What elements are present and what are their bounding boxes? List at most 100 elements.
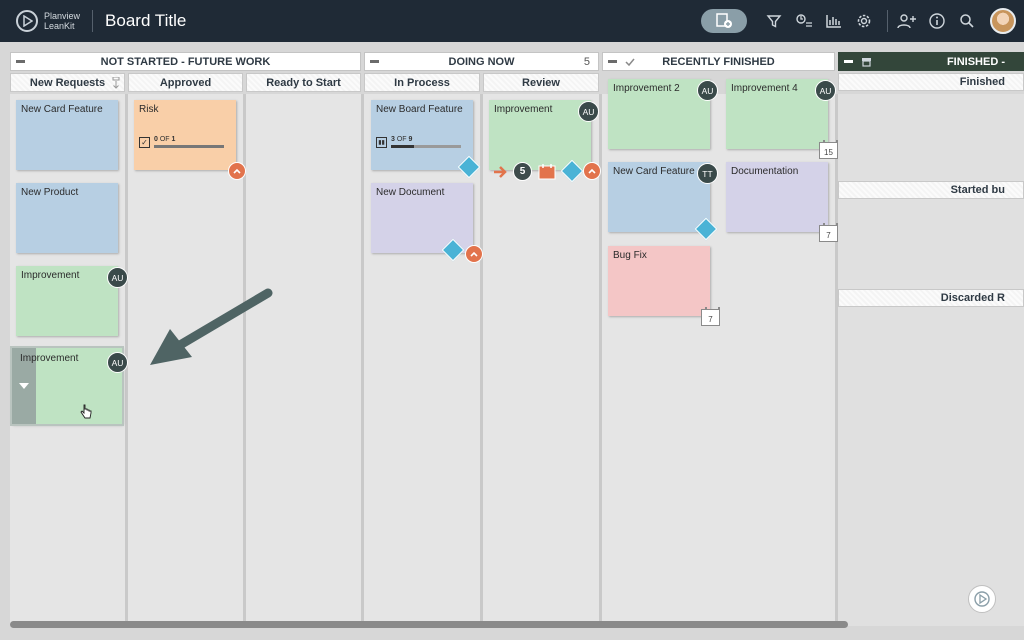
column-title: In Process xyxy=(394,76,450,89)
card-new-card-feature-2[interactable]: New Card Feature TT xyxy=(608,162,718,241)
column-title: Ready to Start xyxy=(266,76,341,89)
user-avatar[interactable] xyxy=(990,8,1016,34)
search-icon xyxy=(960,14,974,28)
sublane-title: Started bu xyxy=(950,184,1005,196)
analytics-icon xyxy=(826,15,841,28)
add-user-button[interactable] xyxy=(894,8,920,34)
card-title: Risk xyxy=(139,104,159,115)
collapse-icon[interactable] xyxy=(370,60,379,63)
card-title: Documentation xyxy=(731,166,799,177)
settings-button[interactable] xyxy=(851,8,877,34)
progress-total: 1 xyxy=(171,136,176,143)
assignee-avatar[interactable]: TT xyxy=(697,163,718,184)
card-risk[interactable]: Risk ✓ 0 OF 1 xyxy=(134,100,246,180)
new-card-button[interactable] xyxy=(701,9,747,33)
due-date-calendar-icon[interactable]: 15 xyxy=(819,140,838,159)
card-improvement[interactable]: Improvement AU xyxy=(16,266,128,336)
top-bar: Planview LeanKit Board Title xyxy=(0,0,1024,42)
board-filter-button[interactable] xyxy=(791,8,817,34)
progress-wrap: 0 OF 1 xyxy=(154,136,224,148)
gear-icon xyxy=(857,14,871,28)
blocked-indicator[interactable] xyxy=(583,162,601,180)
help-button[interactable] xyxy=(968,585,996,613)
column-header-new-requests[interactable]: New Requests xyxy=(10,73,125,92)
tag-icon[interactable] xyxy=(560,159,584,183)
lane-header-not-started[interactable]: NOT STARTED - FUTURE WORK xyxy=(10,52,361,71)
board-title[interactable]: Board Title xyxy=(105,11,186,31)
analytics-button[interactable] xyxy=(821,8,847,34)
card-improvement-2[interactable]: Improvement 2 AU xyxy=(608,79,718,149)
badge-count: 5 xyxy=(519,166,526,177)
card-improvement-review[interactable]: Improvement AU xyxy=(489,100,599,170)
card-improvement-selected[interactable]: Improvement AU xyxy=(12,348,128,424)
column-finished xyxy=(838,94,1024,626)
column-title: Review xyxy=(522,76,560,89)
connection-count-badge[interactable]: 5 xyxy=(513,162,532,181)
overdue-calendar-icon[interactable] xyxy=(538,163,556,180)
progress-bar xyxy=(154,145,224,148)
assignee-avatar[interactable]: AU xyxy=(107,267,128,288)
column-header-review[interactable]: Review xyxy=(483,73,599,92)
logo[interactable]: Planview LeanKit xyxy=(16,10,80,32)
progress-of: OF xyxy=(396,136,407,143)
toolbar-divider xyxy=(887,10,888,32)
hand-cursor-icon xyxy=(80,404,92,419)
assignee-avatar[interactable]: AU xyxy=(697,80,718,101)
progress-of: OF xyxy=(159,136,170,143)
card-title: New Board Feature xyxy=(376,104,463,115)
due-date-calendar-icon[interactable]: 7 xyxy=(819,223,838,242)
column-header-approved[interactable]: Approved xyxy=(128,73,243,92)
lane-header-recently-finished[interactable]: RECENTLY FINISHED xyxy=(602,52,835,71)
arrow-right-icon[interactable] xyxy=(492,164,508,180)
progress-total: 9 xyxy=(408,136,413,143)
assignee-avatar[interactable]: AU xyxy=(107,352,128,373)
column-header-ready-to-start[interactable]: Ready to Start xyxy=(246,73,361,92)
card-title: New Card Feature xyxy=(613,166,695,177)
info-icon xyxy=(929,13,945,29)
child-cards-icon: ▮▮ xyxy=(376,136,387,148)
card-new-document[interactable]: New Document xyxy=(371,183,483,263)
sublane-finished[interactable]: Finished xyxy=(838,73,1024,91)
card-new-card-feature[interactable]: New Card Feature xyxy=(16,100,118,170)
lane-title: NOT STARTED - FUTURE WORK xyxy=(100,55,271,68)
collapse-icon[interactable] xyxy=(16,60,25,63)
chevron-up-icon xyxy=(470,251,478,257)
blocked-indicator[interactable] xyxy=(228,162,246,180)
sublane-discarded[interactable]: Discarded R xyxy=(838,289,1024,307)
card-title: New Document xyxy=(376,187,445,198)
collapse-icon[interactable] xyxy=(844,60,853,63)
card-title: Improvement 4 xyxy=(731,83,798,94)
card-bug-fix[interactable]: Bug Fix 7 xyxy=(608,246,720,326)
planview-help-icon xyxy=(974,591,990,607)
blocked-indicator[interactable] xyxy=(465,245,483,263)
collapse-icon[interactable] xyxy=(608,60,617,63)
board-filter-icon xyxy=(796,14,812,27)
lane-header-doing-now[interactable]: DOING NOW 5 xyxy=(364,52,599,71)
lane-header-finished[interactable]: FINISHED - xyxy=(838,52,1024,71)
progress-fill xyxy=(391,145,415,148)
search-button[interactable] xyxy=(954,8,980,34)
column-in-process xyxy=(364,94,480,626)
task-progress[interactable]: ✓ 0 OF 1 xyxy=(139,136,224,148)
chevron-up-icon xyxy=(588,168,596,174)
logo-line1: Planview xyxy=(44,11,81,21)
assignee-avatar[interactable]: AU xyxy=(815,80,836,101)
filter-button[interactable] xyxy=(761,8,787,34)
checklist-icon: ✓ xyxy=(139,136,150,148)
assignee-avatar[interactable]: AU xyxy=(578,101,599,122)
card-title: Bug Fix xyxy=(613,250,647,261)
sort-down-icon xyxy=(112,77,120,89)
lane-title: RECENTLY FINISHED xyxy=(662,55,775,68)
lane-title: FINISHED - xyxy=(946,55,1005,68)
column-header-in-process[interactable]: In Process xyxy=(364,73,480,92)
sublane-started-but[interactable]: Started bu xyxy=(838,181,1024,199)
card-new-product[interactable]: New Product xyxy=(16,183,118,253)
card-improvement-4[interactable]: Improvement 4 AU 15 xyxy=(726,79,838,159)
wip-limit: 5 xyxy=(583,55,590,68)
info-button[interactable] xyxy=(924,8,950,34)
due-date-calendar-icon[interactable]: 7 xyxy=(701,307,720,326)
horizontal-scrollbar[interactable] xyxy=(10,621,848,628)
task-progress[interactable]: ▮▮ 3 OF 9 xyxy=(376,136,461,148)
card-new-board-feature[interactable]: New Board Feature ▮▮ 3 OF 9 xyxy=(371,100,481,179)
card-documentation[interactable]: Documentation 7 xyxy=(726,162,838,242)
